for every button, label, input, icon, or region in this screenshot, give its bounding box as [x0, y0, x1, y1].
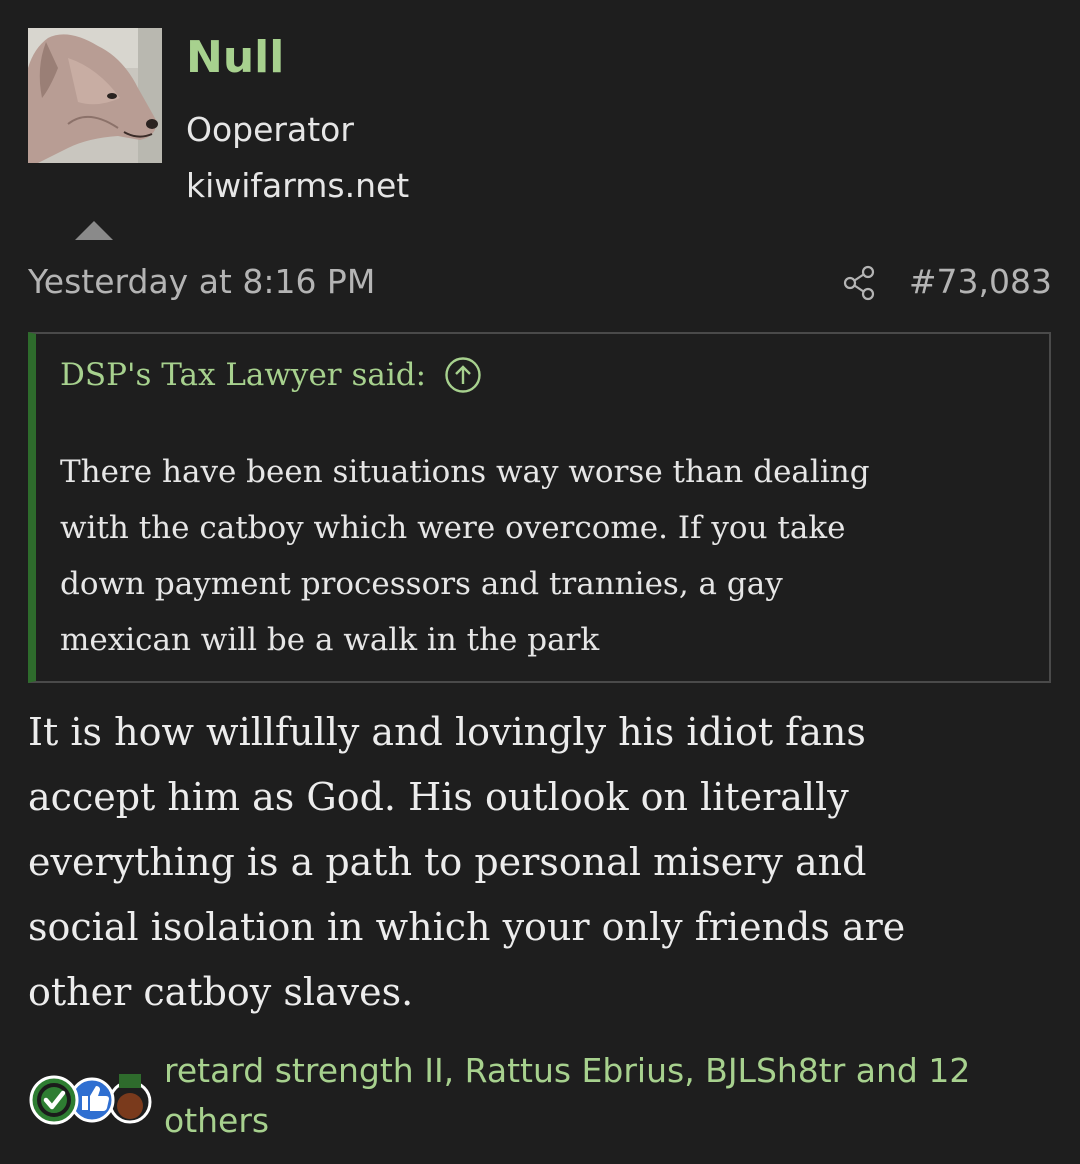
- quote-header: DSP's Tax Lawyer said:: [60, 356, 482, 394]
- collapse-user-info-icon[interactable]: [75, 221, 113, 240]
- post-body-line: accept him as God. His outlook on litera…: [28, 775, 849, 819]
- reaction-icons[interactable]: [22, 1060, 162, 1130]
- username[interactable]: Null: [186, 36, 284, 80]
- reaction-names-line: others: [164, 1101, 270, 1140]
- quote-text: There have been situations way worse tha…: [60, 444, 1020, 668]
- winner-icon: [108, 1074, 152, 1124]
- check-icon: [29, 1075, 79, 1125]
- post-body-line: It is how willfully and lovingly his idi…: [28, 710, 866, 754]
- quote-line: down payment processors and trannies, a …: [60, 566, 783, 602]
- reaction-names-line: retard strength II, Rattus Ebrius, BJLSh…: [164, 1051, 971, 1090]
- quote-author-link[interactable]: DSP's Tax Lawyer said:: [60, 357, 426, 393]
- post-number-link[interactable]: #73,083: [909, 263, 1052, 300]
- quote-block: DSP's Tax Lawyer said: There have been s…: [28, 332, 1051, 683]
- post-body-line: other catboy slaves.: [28, 970, 414, 1014]
- quote-line: There have been situations way worse tha…: [60, 454, 870, 490]
- arrow-up-circle-icon[interactable]: [444, 356, 482, 394]
- quote-line: with the catboy which were overcome. If …: [60, 510, 846, 546]
- user-site: kiwifarms.net: [186, 166, 410, 205]
- post-date[interactable]: Yesterday at 8:16 PM: [28, 263, 375, 300]
- reaction-list-link[interactable]: retard strength II, Rattus Ebrius, BJLSh…: [164, 1046, 1044, 1146]
- post-body-line: social isolation in which your only frie…: [28, 905, 906, 949]
- quote-line: mexican will be a walk in the park: [60, 622, 600, 658]
- avatar[interactable]: [28, 28, 162, 163]
- post-body: It is how willfully and lovingly his idi…: [28, 700, 1028, 1025]
- share-icon[interactable]: [842, 264, 878, 302]
- user-title: Ooperator: [186, 110, 354, 149]
- post-body-line: everything is a path to personal misery …: [28, 840, 867, 884]
